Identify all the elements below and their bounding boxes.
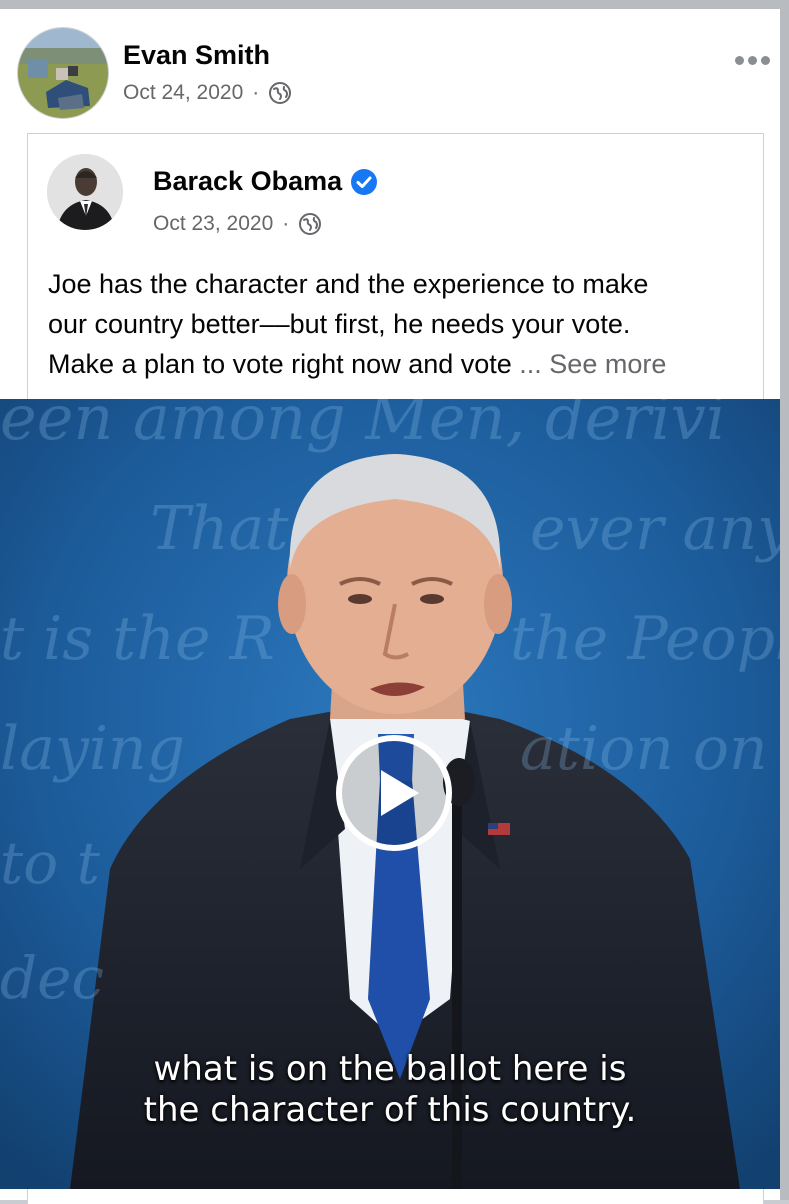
author-meta: Oct 23, 2020 ·	[153, 212, 322, 236]
globe-icon[interactable]	[298, 212, 322, 236]
post-text-line: Joe has the character and the experience…	[48, 269, 649, 299]
background-script-text: laying	[0, 714, 186, 784]
play-icon[interactable]	[335, 734, 453, 852]
meta-separator: ·	[282, 212, 290, 235]
more-options-icon[interactable]	[735, 49, 775, 71]
feed-post-card: Evan Smith Oct 24, 2020 · Barack Obama O…	[0, 9, 780, 1204]
sharer-meta: Oct 24, 2020 ·	[123, 81, 292, 105]
background-script-text: een among Men, derivi	[0, 399, 726, 454]
author-avatar[interactable]	[47, 154, 123, 230]
post-text: Joe has the character and the experience…	[48, 264, 748, 384]
post-text-line-last: Make a plan to vote right now and vote .…	[48, 344, 748, 384]
background-script-text: That	[150, 494, 289, 564]
post-date[interactable]: Oct 23, 2020	[153, 212, 273, 236]
post-text-line: Make a plan to vote right now and vote	[48, 349, 520, 379]
see-more-link[interactable]: ... See more	[519, 349, 666, 379]
video-caption: what is on the ballot here is the charac…	[0, 1049, 780, 1131]
sharer-name[interactable]: Evan Smith	[123, 40, 270, 71]
post-text-line: our country better––but first, he needs …	[48, 309, 631, 339]
meta-separator: ·	[252, 81, 260, 104]
background-script-text: the Peopl	[510, 604, 780, 674]
author-name-text[interactable]: Barack Obama	[153, 166, 342, 197]
video-player[interactable]: een among Men, derivi That ever any t is…	[0, 399, 780, 1189]
background-script-text: dec	[0, 944, 104, 1012]
caption-line: what is on the ballot here is	[153, 1049, 627, 1089]
caption-line: the character of this country.	[143, 1090, 637, 1130]
author-name[interactable]: Barack Obama	[153, 166, 378, 197]
screen-right-edge	[780, 0, 789, 1200]
background-script-text: ation on	[520, 714, 768, 784]
background-script-text: t is the R	[0, 604, 275, 674]
sharer-date[interactable]: Oct 24, 2020	[123, 81, 243, 105]
verified-badge-icon	[351, 168, 378, 195]
globe-icon[interactable]	[268, 81, 292, 105]
background-script-text: ever any	[530, 494, 780, 564]
sharer-avatar[interactable]	[17, 27, 109, 119]
screen-top-edge	[0, 0, 789, 9]
background-script-text: to t	[0, 829, 100, 897]
